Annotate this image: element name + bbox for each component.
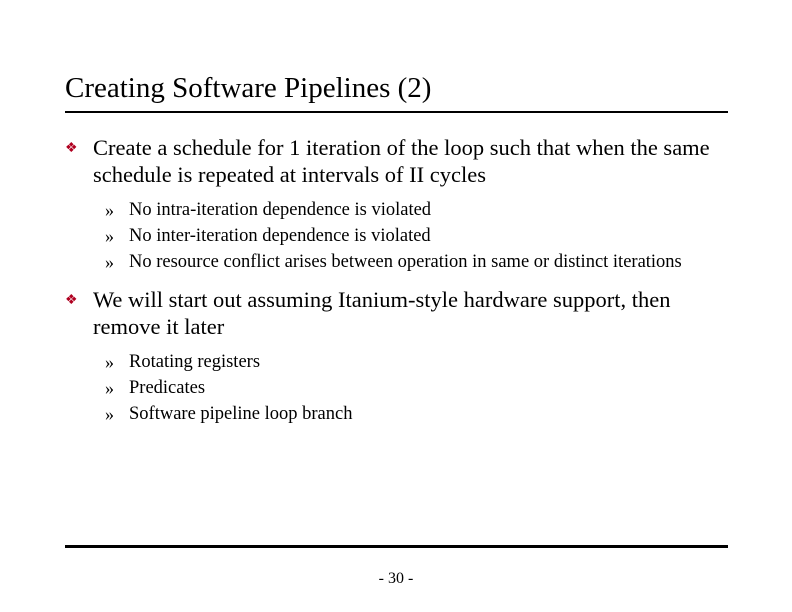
sub-bullet-text: Predicates xyxy=(129,376,205,400)
list-item: » No resource conflict arises between op… xyxy=(105,250,728,274)
list-item: » Rotating registers xyxy=(105,350,728,374)
sublist: » Rotating registers » Predicates » Soft… xyxy=(105,350,728,426)
title-block: Creating Software Pipelines (2) xyxy=(65,72,728,113)
sublist: » No intra-iteration dependence is viola… xyxy=(105,198,728,274)
list-item: ❖ Create a schedule for 1 iteration of t… xyxy=(65,134,728,188)
footer-rule xyxy=(65,545,728,548)
bullet-text: Create a schedule for 1 iteration of the… xyxy=(93,134,728,188)
raquo-icon: » xyxy=(105,350,129,374)
list-item: » No intra-iteration dependence is viola… xyxy=(105,198,728,222)
diamond-icon: ❖ xyxy=(65,134,93,188)
sub-bullet-text: Software pipeline loop branch xyxy=(129,402,352,426)
list-item: ❖ We will start out assuming Itanium-sty… xyxy=(65,286,728,340)
raquo-icon: » xyxy=(105,224,129,248)
list-item: » Software pipeline loop branch xyxy=(105,402,728,426)
raquo-icon: » xyxy=(105,376,129,400)
raquo-icon: » xyxy=(105,250,129,274)
page-title: Creating Software Pipelines (2) xyxy=(65,72,728,109)
list-item: » No inter-iteration dependence is viola… xyxy=(105,224,728,248)
diamond-icon: ❖ xyxy=(65,286,93,340)
slide: Creating Software Pipelines (2) ❖ Create… xyxy=(0,0,792,612)
bullet-text: We will start out assuming Itanium-style… xyxy=(93,286,728,340)
title-underline xyxy=(65,111,728,113)
sub-bullet-text: No resource conflict arises between oper… xyxy=(129,250,682,274)
raquo-icon: » xyxy=(105,402,129,426)
list-item: » Predicates xyxy=(105,376,728,400)
sub-bullet-text: Rotating registers xyxy=(129,350,260,374)
page-number: - 30 - xyxy=(0,570,792,588)
sub-bullet-text: No inter-iteration dependence is violate… xyxy=(129,224,431,248)
sub-bullet-text: No intra-iteration dependence is violate… xyxy=(129,198,431,222)
raquo-icon: » xyxy=(105,198,129,222)
body: ❖ Create a schedule for 1 iteration of t… xyxy=(65,134,728,436)
